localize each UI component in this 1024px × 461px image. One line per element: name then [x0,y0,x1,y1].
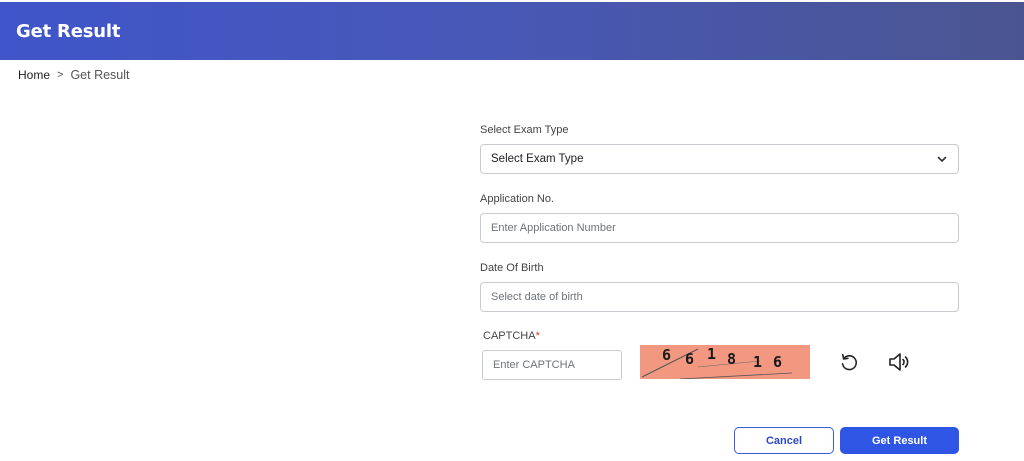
get-result-button[interactable]: Get Result [840,427,959,454]
refresh-icon [841,353,857,371]
breadcrumb-separator: > [57,69,64,81]
exam-type-selected-value: Select Exam Type [491,153,584,165]
speaker-icon [889,353,909,371]
required-mark: * [535,330,540,342]
captcha-char: 1 [753,353,762,371]
breadcrumb-home-link[interactable]: Home [18,68,50,82]
captcha-char: 6 [662,346,671,364]
captcha-input[interactable] [482,350,622,380]
exam-type-label: Select Exam Type [480,124,569,136]
captcha-label: CAPTCHA* [483,330,540,342]
captcha-char: 6 [685,350,694,368]
page-header: Get Result [0,2,1024,60]
captcha-refresh-button[interactable] [836,349,862,375]
dob-input[interactable] [480,282,959,312]
application-no-label: Application No. [480,193,554,205]
captcha-noise-line [679,372,793,379]
breadcrumb-current: Get Result [70,68,130,82]
breadcrumb: Home > Get Result [18,68,130,82]
chevron-down-icon [937,156,947,162]
captcha-audio-button[interactable] [886,349,912,375]
page-title: Get Result [16,21,121,42]
captcha-char: 1 [707,345,716,363]
captcha-label-text: CAPTCHA [483,330,536,342]
application-no-input[interactable] [480,213,959,243]
captcha-char: 6 [773,353,782,371]
dob-label: Date Of Birth [480,262,544,274]
captcha-char: 8 [727,350,736,368]
captcha-image: 6 6 1 8 1 6 [640,345,810,379]
captcha-graphic: 6 6 1 8 1 6 [641,345,793,379]
exam-type-select[interactable]: Select Exam Type [480,144,959,174]
cancel-button[interactable]: Cancel [734,427,834,454]
